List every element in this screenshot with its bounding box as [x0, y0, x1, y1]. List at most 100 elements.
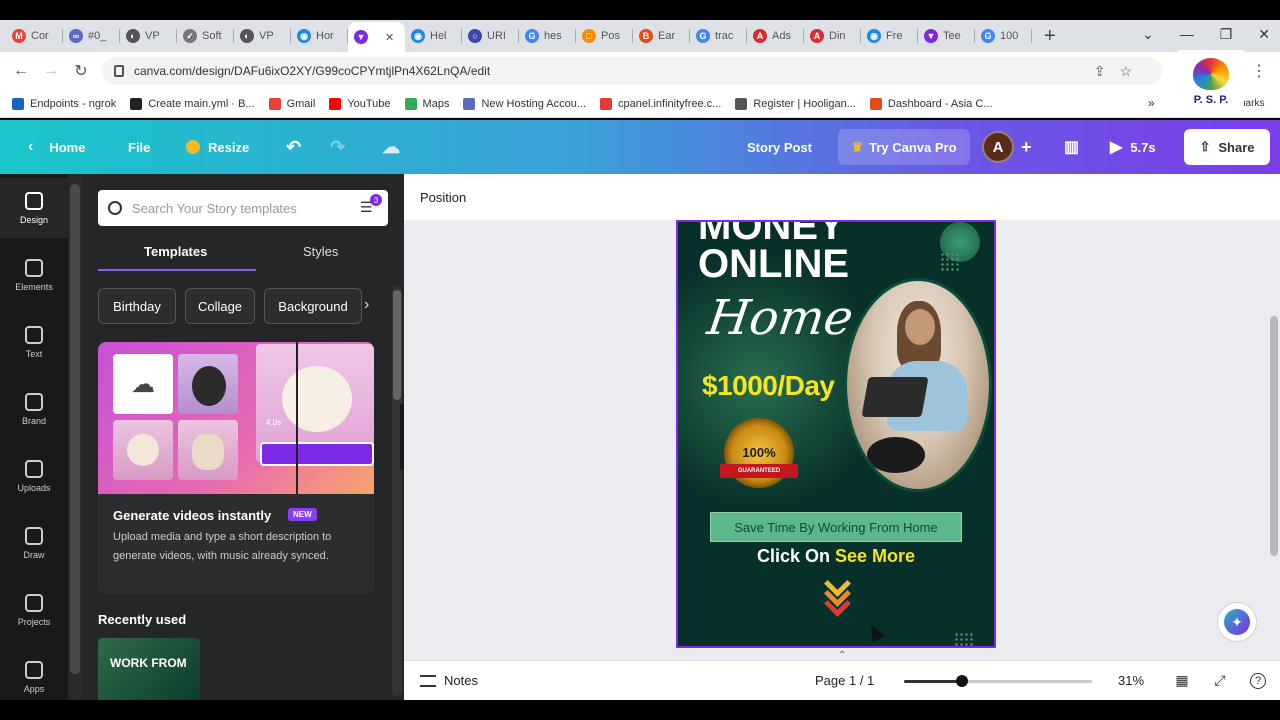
rail-item-apps[interactable]: Apps: [0, 647, 68, 707]
zoom-value[interactable]: 31%: [1118, 673, 1144, 688]
browser-tab[interactable]: M Cor: [6, 23, 63, 49]
bookmark-favicon-icon: [869, 97, 882, 110]
browser-tab[interactable]: ◐ VP: [234, 23, 291, 49]
crown-icon: [186, 140, 200, 154]
bookmark-item[interactable]: cpanel.infinityfree.c...: [600, 97, 721, 110]
recent-design-thumbnail[interactable]: WORK FROM: [98, 638, 200, 700]
reload-icon[interactable]: ↻: [66, 61, 96, 81]
present-button[interactable]: ▶ 5.7s: [1110, 137, 1156, 157]
notes-label: Notes: [444, 673, 478, 688]
add-collaborator-icon[interactable]: +: [1021, 137, 1032, 158]
rail-item-uploads[interactable]: Uploads: [0, 446, 68, 506]
browser-tab[interactable]: ◐ VP: [120, 23, 177, 49]
tab-styles[interactable]: Styles: [303, 244, 338, 259]
tab-search-icon[interactable]: ⌄: [1142, 26, 1154, 43]
bookmark-item[interactable]: Dashboard - Asia C...: [869, 97, 992, 110]
browser-tab-active[interactable]: ▼ ✕: [348, 22, 405, 52]
page-indicator[interactable]: Page 1 / 1: [815, 673, 874, 688]
rail-scrollbar-thumb[interactable]: [70, 184, 80, 674]
restore-icon[interactable]: ❐: [1220, 26, 1233, 43]
minimize-icon[interactable]: —: [1180, 26, 1194, 42]
bookmark-item[interactable]: Register | Hooligan...: [735, 97, 856, 110]
template-search-input[interactable]: Search Your Story templates ☰ 3: [98, 190, 388, 226]
share-page-icon[interactable]: ⇪: [1094, 63, 1106, 80]
browser-tab[interactable]: ◉ Hor: [291, 23, 348, 49]
tab-title: Cor: [31, 30, 49, 42]
rail-item-text[interactable]: Text: [0, 312, 68, 372]
position-button[interactable]: Position: [420, 190, 466, 205]
bookmark-favicon-icon: [130, 97, 143, 110]
browser-tab[interactable]: G 100: [975, 23, 1032, 49]
share-button[interactable]: ⇧ Share: [1184, 129, 1270, 165]
browser-tab[interactable]: ◉ Hel: [405, 23, 462, 49]
try-canva-pro-button[interactable]: ♛ Try Canva Pro: [838, 129, 970, 165]
new-tab-button[interactable]: +: [1044, 25, 1056, 48]
tab-title: #0_: [88, 30, 107, 42]
back-icon[interactable]: ←: [6, 62, 36, 80]
bookmark-item[interactable]: Create main.yml · B...: [130, 97, 255, 110]
bookmark-item[interactable]: YouTube: [329, 97, 391, 110]
resize-button[interactable]: Resize: [186, 140, 249, 155]
chip-collage[interactable]: Collage: [185, 288, 255, 324]
left-rail: Design Elements Text Brand Uploads Draw Projec…: [0, 174, 68, 700]
story-design-canvas[interactable]: MONEY ONLINE Home $1000/Day 100% GUARANT…: [676, 220, 996, 648]
chevron-right-icon[interactable]: ›: [364, 296, 369, 314]
editor-scrollbar[interactable]: [1268, 220, 1280, 648]
browser-tab[interactable]: B Ear: [633, 23, 690, 49]
notes-button[interactable]: Notes: [420, 673, 478, 688]
undo-icon[interactable]: ↶: [286, 137, 301, 158]
bookmark-star-icon[interactable]: ☆: [1119, 63, 1132, 80]
browser-tab[interactable]: ○ URI: [462, 23, 519, 49]
browser-tab[interactable]: ◉ Fre: [861, 23, 918, 49]
generate-videos-card[interactable]: ☁ 4.0s Generate videos instantly NEW Upl…: [98, 342, 374, 594]
rail-item-draw[interactable]: Draw: [0, 513, 68, 573]
tab-favicon-icon: A: [810, 29, 824, 43]
zoom-slider[interactable]: [904, 675, 1092, 687]
rail-scrollbar[interactable]: [68, 174, 82, 700]
rail-item-elements[interactable]: Elements: [0, 245, 68, 305]
close-tab-icon[interactable]: ✕: [385, 31, 394, 44]
play-time-label: 5.7s: [1130, 139, 1156, 155]
bookmarks-overflow-icon[interactable]: »: [1148, 96, 1155, 110]
close-window-icon[interactable]: ✕: [1258, 26, 1270, 43]
grid-view-icon[interactable]: ▦: [1174, 672, 1190, 689]
help-icon[interactable]: ?: [1250, 672, 1266, 689]
panel-scrollbar-thumb[interactable]: [393, 290, 401, 400]
browser-tab[interactable]: A Ads: [747, 23, 804, 49]
redo-icon[interactable]: ↷: [330, 137, 345, 158]
bookmark-item[interactable]: Maps: [404, 97, 449, 110]
rail-item-design[interactable]: Design: [0, 178, 68, 238]
browser-tab[interactable]: ✓ Soft: [177, 23, 234, 49]
bookmark-item[interactable]: Gmail: [268, 97, 315, 110]
forward-icon[interactable]: →: [36, 62, 66, 80]
zoom-slider-handle[interactable]: [956, 675, 969, 687]
fullscreen-icon[interactable]: ⤢: [1212, 672, 1228, 689]
insights-chart-icon[interactable]: ▥: [1064, 137, 1079, 157]
bookmark-item[interactable]: New Hosting Accou...: [463, 97, 586, 110]
chip-background[interactable]: Background: [264, 288, 362, 324]
menu-kebab-icon[interactable]: ⋮: [1244, 61, 1274, 81]
magic-assistant-button[interactable]: ✦: [1217, 602, 1257, 642]
browser-tab[interactable]: ∞ #0_: [63, 23, 120, 49]
bookmark-item[interactable]: Endpoints - ngrok: [12, 97, 116, 110]
tab-templates[interactable]: Templates: [144, 244, 207, 259]
chip-birthday[interactable]: Birthday: [98, 288, 176, 324]
editor-scrollbar-thumb[interactable]: [1270, 316, 1278, 556]
browser-tab[interactable]: ▼ Tee: [918, 23, 975, 49]
rail-item-brand[interactable]: Brand: [0, 379, 68, 439]
browser-tab[interactable]: Ghes: [519, 23, 576, 49]
tab-favicon-icon: G: [981, 29, 995, 43]
file-label: File: [128, 139, 151, 155]
browser-tab[interactable]: Gtrac: [690, 23, 747, 49]
browser-tab[interactable]: □ Pos: [576, 23, 633, 49]
doc-type-label[interactable]: Story Post: [747, 140, 812, 155]
file-menu-button[interactable]: File: [128, 140, 150, 155]
profile-avatar[interactable]: P. S. P.: [1178, 50, 1244, 114]
panel-scrollbar[interactable]: [392, 286, 402, 696]
avatar[interactable]: A: [982, 131, 1014, 163]
url-field[interactable]: canva.com/design/DAFu6ixO2XY/G99coCPYmtj…: [102, 57, 1162, 85]
browser-tab[interactable]: A Din: [804, 23, 861, 49]
rail-item-projects[interactable]: Projects: [0, 580, 68, 640]
home-button[interactable]: ‹ Home: [28, 138, 85, 156]
cloud-save-icon[interactable]: ☁: [382, 137, 400, 158]
